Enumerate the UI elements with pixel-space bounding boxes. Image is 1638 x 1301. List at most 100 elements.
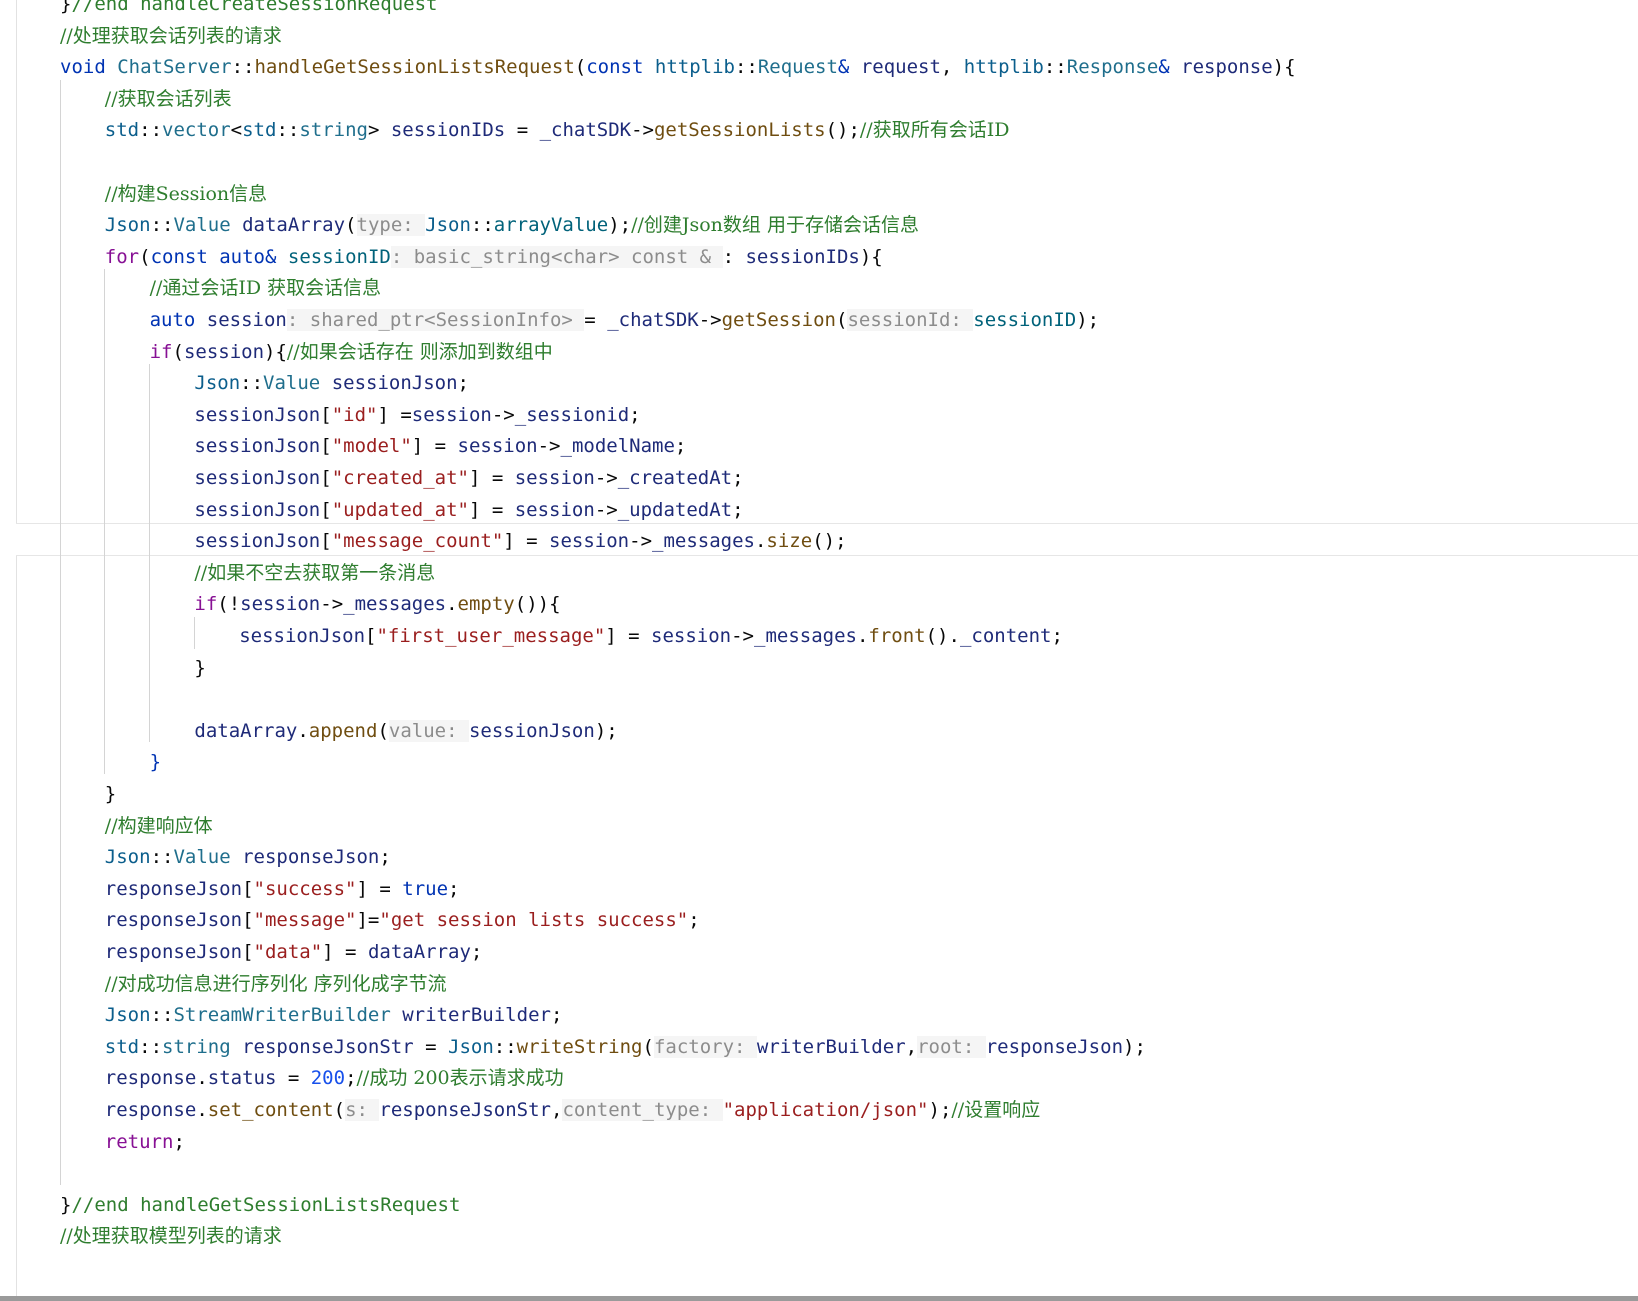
- code-token: ){: [264, 340, 287, 363]
- code-token: session: [206, 309, 287, 331]
- code-token: Request: [757, 56, 838, 79]
- code-token: //构建Session信息: [104, 182, 268, 205]
- code-token: const: [586, 56, 655, 79]
- code-line[interactable]: }: [105, 778, 116, 811]
- code-line[interactable]: //处理获取会话列表的请求: [60, 20, 282, 53]
- code-line[interactable]: sessionJson["id"] =session->_sessionid;: [194, 399, 640, 432]
- code-token: ] =: [322, 941, 368, 963]
- code-line[interactable]: sessionJson["created_at"] = session->_cr…: [194, 462, 743, 495]
- code-token: arrayValue: [493, 214, 609, 237]
- code-line[interactable]: //通过会话ID 获取会话信息: [150, 272, 382, 305]
- code-line[interactable]: sessionJson["first_user_message"] = sess…: [239, 620, 1063, 653]
- code-line[interactable]: if(session){//如果会话存在 则添加到数组中: [150, 336, 553, 369]
- indent-guide: [149, 364, 150, 742]
- code-token: [: [320, 403, 332, 426]
- code-token: ::: [139, 1035, 163, 1058]
- code-token: sessionJson: [194, 403, 321, 426]
- indent-guide: [60, 80, 61, 1185]
- code-token: );: [594, 719, 618, 742]
- code-token: auto: [219, 245, 265, 268]
- code-line[interactable]: }: [194, 652, 205, 685]
- code-line[interactable]: sessionJson["model"] = session->_modelNa…: [194, 430, 686, 463]
- code-token: [: [320, 435, 332, 458]
- code-line[interactable]: return;: [105, 1126, 185, 1159]
- code-token: httplib: [963, 56, 1044, 79]
- code-line[interactable]: if(!session->_messages.empty()){: [194, 588, 560, 621]
- code-line[interactable]: std::string responseJsonStr = Json::writ…: [105, 1031, 1146, 1064]
- code-token: ::: [240, 372, 264, 395]
- code-token: "id": [331, 403, 378, 426]
- code-token: response: [104, 1099, 197, 1121]
- code-line[interactable]: for(const auto& sessionID: basic_string<…: [105, 241, 883, 274]
- code-token: sessionJson: [331, 372, 458, 395]
- code-token: sessionIDs: [390, 119, 506, 142]
- code-token: writerBuilder: [756, 1035, 906, 1058]
- code-token: ->: [631, 119, 654, 142]
- code-token: //处理获取会话列表的请求: [60, 24, 282, 47]
- code-token: //设置响应: [951, 1099, 1041, 1121]
- code-line[interactable]: Json::StreamWriterBuilder writerBuilder;: [105, 999, 563, 1032]
- code-line[interactable]: }//end handleCreateSessionRequest: [60, 0, 438, 21]
- code-line[interactable]: sessionJson["message_count"] = session->…: [194, 525, 846, 558]
- code-line[interactable]: //对成功信息进行序列化 序列化成字节流: [105, 968, 447, 1001]
- code-line[interactable]: responseJson["message"]="get session lis…: [105, 904, 700, 937]
- code-token: _messages: [652, 530, 755, 553]
- code-line[interactable]: Json::Value dataArray(type: Json::arrayV…: [105, 209, 919, 242]
- code-line[interactable]: Json::Value responseJson;: [105, 841, 391, 874]
- code-line[interactable]: response.status = 200;//成功 200表示请求成功: [105, 1062, 564, 1095]
- code-token: sessionID: [973, 309, 1077, 331]
- code-token: ]=: [356, 909, 380, 932]
- code-token: s:: [345, 1099, 380, 1121]
- code-token: ;: [457, 372, 469, 395]
- code-line[interactable]: //处理获取模型列表的请求: [60, 1220, 282, 1253]
- code-token: &: [264, 245, 288, 268]
- code-line[interactable]: responseJson["success"] = true;: [105, 873, 460, 906]
- code-token: session: [549, 530, 630, 553]
- code-token: =: [276, 1067, 311, 1090]
- code-editor[interactable]: }//end handleCreateSessionRequest//处理获取会…: [0, 0, 1638, 1301]
- code-token: dataArray: [194, 719, 298, 742]
- code-token: string: [299, 119, 368, 142]
- code-line[interactable]: response.set_content(s: responseJsonStr,…: [105, 1094, 1040, 1127]
- code-token: &: [1158, 56, 1182, 79]
- code-token: getSession: [721, 309, 836, 331]
- code-token: std: [104, 1035, 140, 1058]
- code-line[interactable]: //如果不空去获取第一条消息: [194, 557, 435, 590]
- code-token: set_content: [207, 1099, 334, 1121]
- code-line[interactable]: void ChatServer::handleGetSessionListsRe…: [60, 51, 1296, 84]
- code-line[interactable]: //构建Session信息: [105, 178, 267, 211]
- code-token: StreamWriterBuilder: [173, 1004, 403, 1027]
- code-token: dataArray: [242, 214, 346, 237]
- code-token: session: [514, 467, 595, 489]
- code-token: //end handleGetSessionListsRequest: [71, 1193, 461, 1216]
- code-token: sessionJson: [239, 625, 366, 647]
- code-token: ,: [550, 1099, 563, 1121]
- code-token: ] =: [503, 530, 550, 553]
- code-token: std: [104, 119, 140, 142]
- code-line[interactable]: //获取会话列表: [105, 83, 232, 116]
- code-token: Json: [104, 846, 151, 869]
- code-token: _sessionid: [514, 403, 630, 426]
- code-token: ] =: [605, 625, 652, 647]
- code-line[interactable]: }//end handleGetSessionListsRequest: [60, 1189, 460, 1222]
- code-line[interactable]: }: [150, 746, 161, 779]
- code-token: writerBuilder: [402, 1004, 551, 1027]
- code-line[interactable]: sessionJson["updated_at"] = session->_up…: [194, 494, 743, 527]
- code-line[interactable]: Json::Value sessionJson;: [194, 367, 469, 400]
- code-token: handleGetSessionListsRequest: [254, 56, 575, 79]
- code-token: getSessionLists: [653, 119, 826, 142]
- code-token: factory:: [653, 1035, 757, 1058]
- code-token: ::: [139, 119, 163, 142]
- code-token: ::: [150, 846, 174, 869]
- code-token: auto: [149, 309, 207, 331]
- code-line[interactable]: //构建响应体: [105, 810, 213, 843]
- code-line[interactable]: auto session: shared_ptr<SessionInfo> = …: [149, 304, 1099, 337]
- code-token: (!: [217, 593, 241, 616]
- code-line[interactable]: responseJson["data"] = dataArray;: [105, 936, 483, 969]
- code-token: //end handleCreateSessionRequest: [71, 0, 438, 15]
- code-line[interactable]: dataArray.append(value: sessionJson);: [194, 715, 618, 748]
- code-token: responseJson: [104, 909, 243, 932]
- horizontal-scrollbar[interactable]: [0, 1296, 1638, 1301]
- code-line[interactable]: std::vector<std::string> sessionIDs = _c…: [105, 114, 1010, 147]
- code-token: <: [230, 119, 243, 142]
